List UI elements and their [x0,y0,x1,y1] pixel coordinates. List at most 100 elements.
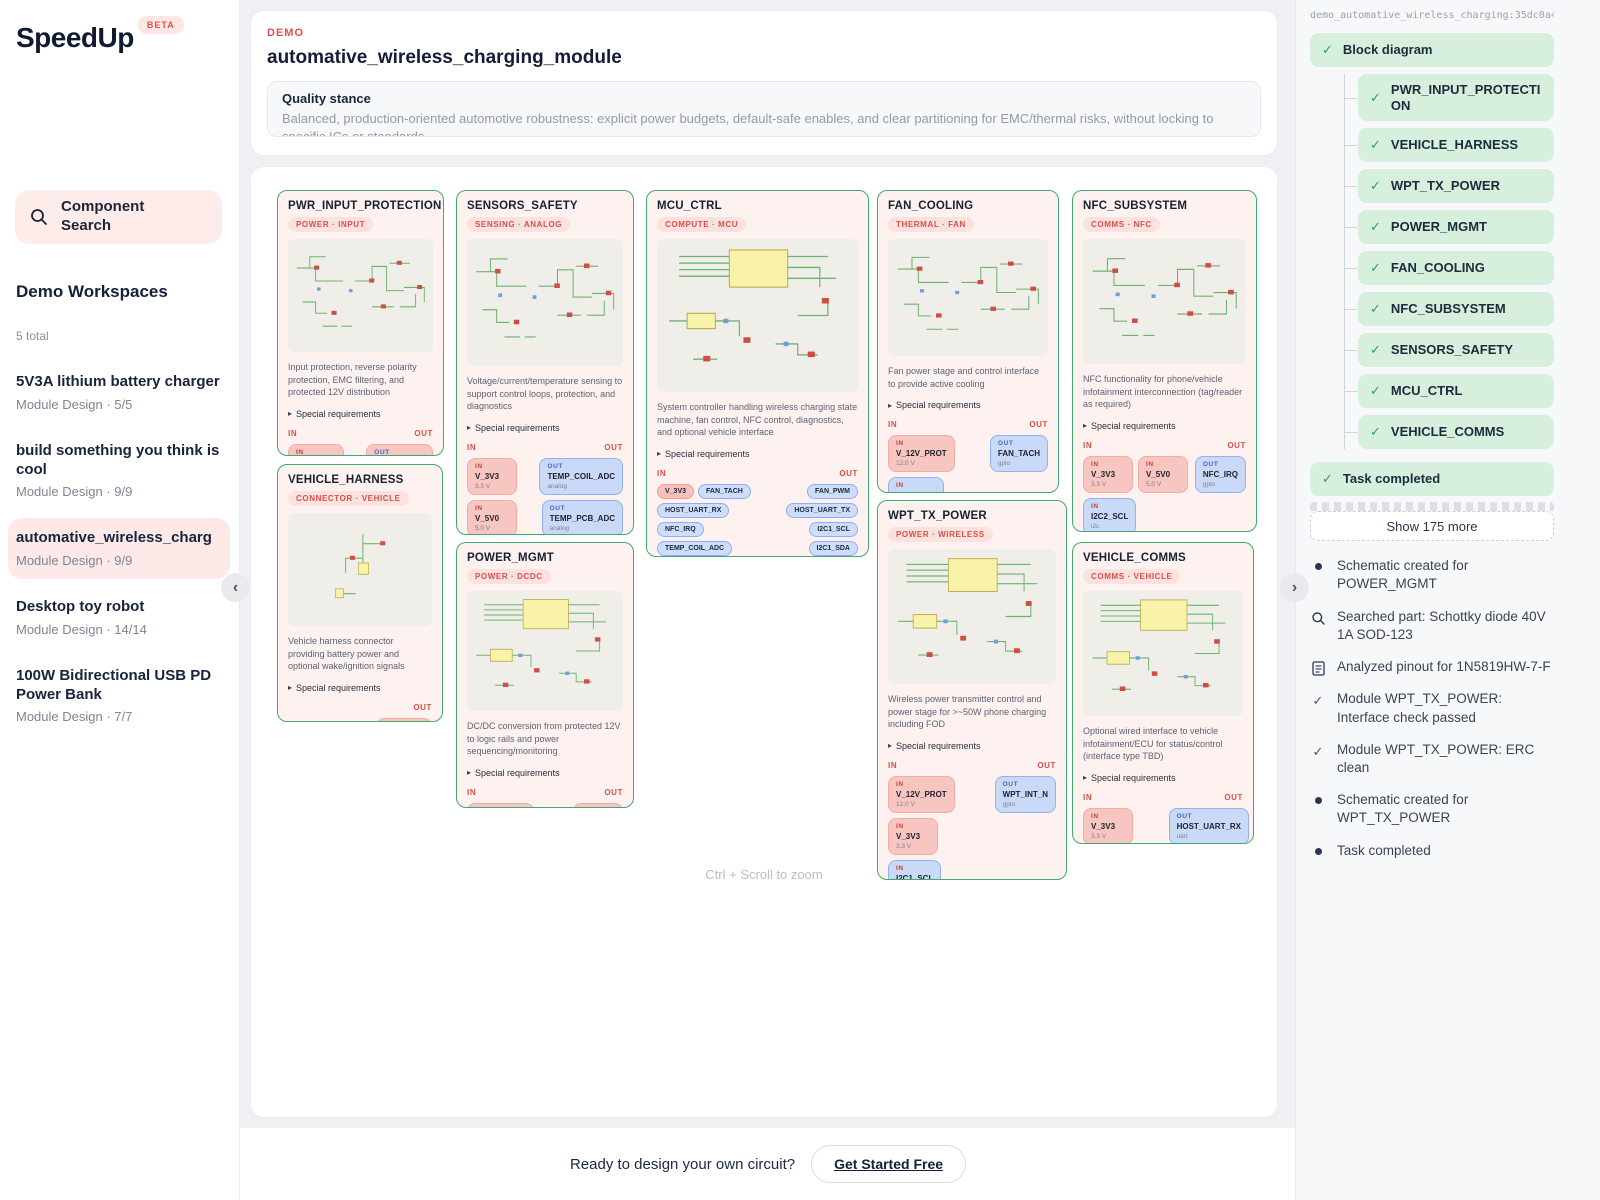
workspace-item[interactable]: 100W Bidirectional USB PD Power Bank Mod… [8,656,230,736]
pin-chip[interactable]: INV_3V33.3 V [1083,808,1133,844]
pin-chip[interactable]: INFAN_PWMpwm [888,477,944,493]
pin-pill[interactable]: HOST_UART_TX [786,503,858,518]
pin-pill[interactable]: I2C1_SCL [809,522,858,537]
schematic-thumbnail[interactable] [657,239,858,392]
demo-eyebrow: DEMO [267,27,1261,39]
special-requirements-toggle[interactable]: ▸Special requirements [467,423,623,433]
module-block-fan-cooling[interactable]: FAN_COOLING THERMAL · FAN Fan power stag… [877,190,1059,493]
pin-chip[interactable]: INV_12V_PROT12.0 V [888,435,955,472]
schematic-thumbnail[interactable] [888,549,1056,684]
workspace-item[interactable]: Desktop toy robot Module Design · 14/14 [8,587,230,648]
out-header: OUT [604,443,623,452]
pin-chip[interactable]: INI2C2_SCLi2c [1083,498,1136,532]
schematic-thumbnail[interactable] [288,239,433,352]
special-requirements-toggle[interactable]: ▸Special requirements [888,741,1056,751]
subtask-fan-cooling[interactable]: ✓FAN_COOLING [1358,251,1554,285]
schematic-thumbnail[interactable] [467,591,623,711]
pin-chip[interactable]: OUTFAN_TACHgpio [990,435,1048,472]
subtask-nfc-subsystem[interactable]: ✓NFC_SUBSYSTEM [1358,292,1554,326]
check-icon: ✓ [1370,178,1381,194]
schematic-thumbnail[interactable] [1083,239,1246,364]
module-tag: SENSING · ANALOG [467,217,570,232]
pin-chip[interactable]: INI2C1_SCLi2c [888,860,941,880]
check-icon: ✓ [1370,219,1381,235]
module-block-vehicle-harness[interactable]: VEHICLE_HARNESS CONNECTOR · VEHICLE Vehi… [277,464,443,722]
module-block-pwr-input-protection[interactable]: PWR_INPUT_PROTECTION POWER · INPUT Input… [277,190,444,456]
subtask-sensors-safety[interactable]: ✓SENSORS_SAFETY [1358,333,1554,367]
task-block-diagram[interactable]: ✓ Block diagram [1310,33,1554,67]
module-description: NFC functionality for phone/vehicle info… [1083,373,1246,411]
module-block-wpt-tx-power[interactable]: WPT_TX_POWER POWER · WIRELESS Wireless p… [877,500,1067,880]
subtask-wpt-tx-power[interactable]: ✓WPT_TX_POWER [1358,169,1554,203]
out-header: OUT [839,469,858,478]
pin-pill[interactable]: FAN_PWM [807,484,858,499]
pin-chip[interactable]: INVBAT_12V12.0 V [288,444,344,456]
schematic-thumbnail[interactable] [888,239,1048,356]
pin-chip[interactable]: OUTVBAT_12V12.0 V [376,718,432,722]
timeline-item: ✓ Module WPT_TX_POWER: Interface check p… [1310,690,1554,726]
pin-chip[interactable]: OUTWPT_INT_Ngpio [995,776,1056,813]
module-block-vehicle-comms[interactable]: VEHICLE_COMMS COMMS · VEHICLE Optional w… [1072,542,1254,844]
module-tag: COMMS · VEHICLE [1083,569,1180,584]
special-requirements-toggle[interactable]: ▸Special requirements [1083,773,1243,783]
get-started-button[interactable]: Get Started Free [811,1145,966,1183]
pin-chip[interactable]: INV_12V_PROT12.0 V [888,776,955,813]
workspace-item[interactable]: build something you think is cool Module… [8,431,230,511]
in-header: IN [1083,793,1092,802]
special-requirements-toggle[interactable]: ▸Special requirements [288,409,433,419]
pin-chip[interactable]: OUTTEMP_COIL_ADCanalog [539,458,623,495]
pin-chip[interactable]: OUTV_12V_PROT12.0 V [366,444,433,456]
check-icon: ✓ [1370,260,1381,276]
special-requirements-toggle[interactable]: ▸Special requirements [467,768,623,778]
subtask-vehicle-harness[interactable]: ✓VEHICLE_HARNESS [1358,128,1554,162]
workspace-list: 5V3A lithium battery charger Module Desi… [8,362,230,743]
pin-chip[interactable]: INV_3V33.3 V [467,458,517,495]
module-block-power-mgmt[interactable]: POWER_MGMT POWER · DCDC DC/DC conversion… [456,542,634,808]
pin-pill[interactable]: TEMP_COIL_ADC [657,541,732,556]
pin-chip[interactable]: INV_5V05.0 V [1138,456,1188,493]
pin-chip[interactable]: INV_12V_PROT12.0 V [467,803,534,808]
show-more-button[interactable]: Show 175 more [1310,511,1554,541]
pin-chip[interactable]: OUTTEMP_PCB_ADCanalog [542,500,623,535]
pin-chip[interactable]: OUTHOST_UART_RXuart [1169,808,1249,844]
block-diagram-canvas[interactable]: Ctrl + Scroll to zoom PWR_INPUT_PROTECTI… [250,166,1278,1118]
module-description: Wireless power transmitter control and p… [888,693,1056,731]
task-panel[interactable]: demo_automative_wireless_charging:35dc0a… [1295,0,1600,1200]
footer-prompt: Ready to design your own circuit? [570,1156,795,1173]
workspace-name: automative_wireless_charg [16,529,222,548]
module-block-nfc-subsystem[interactable]: NFC_SUBSYSTEM COMMS · NFC NFC functional… [1072,190,1257,532]
workspace-item[interactable]: 5V3A lithium battery charger Module Desi… [8,362,230,423]
pin-chip[interactable]: OUTNFC_IRQgpio [1195,456,1246,493]
subtask-power-mgmt[interactable]: ✓POWER_MGMT [1358,210,1554,244]
special-requirements-label: Special requirements [896,400,981,410]
pin-chip[interactable]: OUTV_3V33.3 V [573,803,623,808]
module-block-mcu-ctrl[interactable]: MCU_CTRL COMPUTE · MCU System controller… [646,190,869,557]
pin-pill[interactable]: FAN_TACH [698,484,751,499]
subtask-mcu-ctrl[interactable]: ✓MCU_CTRL [1358,374,1554,408]
expand-right-panel-button[interactable]: › [1280,573,1309,602]
pin-pill[interactable]: V_3V3 [657,484,694,499]
special-requirements-toggle[interactable]: ▸Special requirements [888,400,1048,410]
special-requirements-toggle[interactable]: ▸Special requirements [657,449,858,459]
pin-pill[interactable]: NFC_IRQ [657,522,704,537]
pin-chip[interactable]: INV_3V33.3 V [1083,456,1133,493]
task-completed-pill[interactable]: ✓ Task completed [1310,462,1554,496]
out-header: OUT [414,429,433,438]
pin-pill[interactable]: HOST_UART_RX [657,503,729,518]
special-requirements-toggle[interactable]: ▸Special requirements [1083,421,1246,431]
workspace-item-active[interactable]: automative_wireless_charg Module Design … [8,518,230,579]
pin-chip[interactable]: INV_3V33.3 V [888,818,938,855]
subtask-vehicle-comms[interactable]: ✓VEHICLE_COMMS [1358,415,1554,449]
module-block-sensors-safety[interactable]: SENSORS_SAFETY SENSING · ANALOG Voltage/… [456,190,634,535]
subtask-pwr-input-protection[interactable]: ✓PWR_INPUT_PROTECTION [1358,74,1554,121]
schematic-thumbnail[interactable] [288,513,432,626]
special-requirements-label: Special requirements [475,423,560,433]
schematic-thumbnail[interactable] [467,239,623,366]
component-search-button[interactable]: Component Search [15,190,222,244]
workspace-name: 5V3A lithium battery charger [16,373,222,392]
pin-pill[interactable]: I2C1_SDA [809,541,858,556]
schematic-thumbnail[interactable] [1083,591,1243,716]
special-requirements-toggle[interactable]: ▸Special requirements [288,683,432,693]
collapse-left-sidebar-button[interactable]: ‹ [221,573,250,602]
pin-chip[interactable]: INV_5V05.0 V [467,500,517,535]
